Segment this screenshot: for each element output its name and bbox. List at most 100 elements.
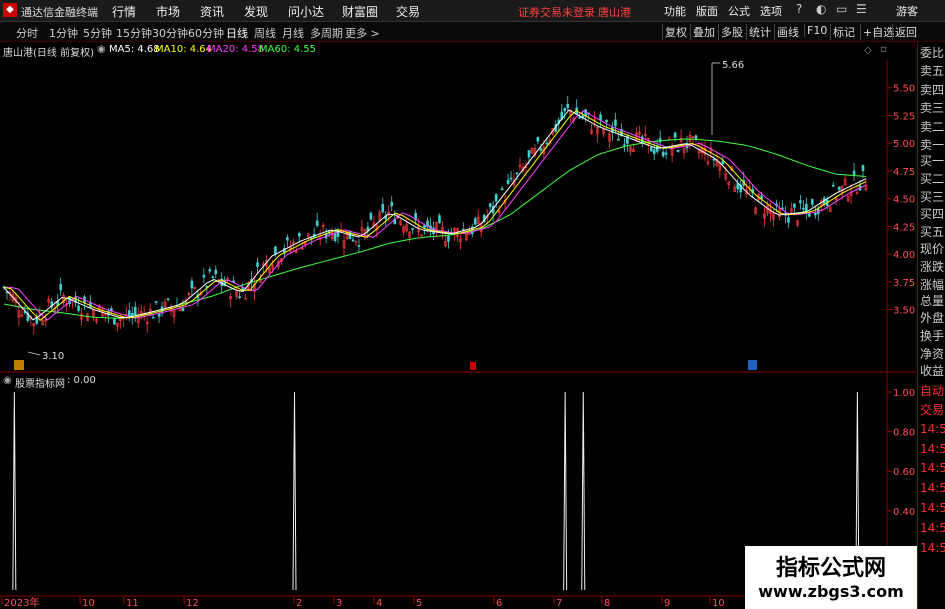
candle-body [614, 119, 617, 127]
candle-body [357, 245, 361, 247]
side-panel-item: 买五 [920, 225, 945, 239]
sub-indicator-value: : 0.00 [67, 375, 96, 386]
candle-body [813, 213, 817, 216]
side-panel-item: 买一 [920, 154, 945, 168]
sub-tick-label: 0.80 [893, 428, 915, 439]
candle-body [238, 296, 241, 298]
sub-tick-label: 1.00 [893, 388, 915, 399]
side-panel-item: 现价 [920, 242, 945, 256]
price-tick-label: 4.75 [893, 167, 915, 178]
side-panel-item: 涨跌 [920, 260, 945, 274]
candle-body [244, 297, 247, 300]
signal-spike [563, 391, 568, 591]
candle-body [438, 215, 441, 224]
side-panel-item: 买二 [920, 172, 945, 186]
ma10-line [3, 110, 867, 321]
candle-body [808, 213, 811, 217]
candle-body [110, 308, 113, 311]
candle-body [852, 170, 856, 176]
side-panel-item: 收益 [920, 364, 945, 378]
date-tick-label: 8 [604, 598, 610, 609]
candle-body [712, 158, 716, 161]
candle-body [297, 232, 301, 237]
candle-body [494, 194, 498, 202]
candle-body [605, 119, 608, 123]
candle-body [274, 246, 277, 255]
side-panel-item: 14:50 [920, 442, 945, 456]
side-panel-item: 自动 [920, 384, 945, 398]
date-tick-label: 2023年 [4, 596, 39, 609]
candle-body [673, 132, 677, 138]
candle-body [563, 107, 567, 112]
side-panel-item: 外盘 [920, 311, 945, 325]
candle-body [649, 147, 653, 152]
candle-body [154, 301, 158, 303]
signal-spike [292, 391, 297, 591]
candle-body [652, 149, 656, 155]
candle-body [488, 203, 492, 207]
side-panel-item: 总量 [920, 294, 945, 308]
sub-tick-label: 0.40 [893, 507, 915, 518]
candle-body [151, 316, 155, 319]
candle-body [787, 217, 790, 223]
watermark-logo: 指标公式网 www.zbgs3.com [745, 546, 917, 609]
candle-body [793, 203, 796, 208]
date-tick-label: 6 [496, 598, 502, 609]
date-tick-label: 4 [376, 598, 382, 609]
candle-body [190, 280, 194, 289]
candle-body [664, 152, 668, 155]
side-panel-item: 卖一 [920, 138, 945, 152]
candle-body [802, 207, 805, 210]
candle-body [799, 200, 802, 204]
candle-body [351, 239, 355, 242]
chart-svg[interactable]: 5.50 5.25 5.00 4.75 4.50 4.25 4.00 3.75 3.50 1.0… [0, 0, 945, 609]
candle-body [411, 228, 414, 230]
candle-body [381, 204, 385, 213]
candle-body [545, 142, 549, 145]
candle-body [336, 229, 340, 238]
side-panel-item: 卖二 [920, 120, 945, 134]
side-panel-item: 委比 [920, 46, 945, 60]
event-marker-icon [748, 360, 757, 370]
date-tick-label: 11 [126, 598, 139, 609]
date-tick-label: 3 [336, 598, 342, 609]
candle-body [369, 212, 373, 220]
side-panel-item: 14:50 [920, 501, 945, 515]
candle-body [617, 138, 620, 141]
sub-settings-icon[interactable]: ◉ [3, 375, 12, 386]
side-panel-item: 卖四 [920, 83, 945, 97]
date-tick-label: 5 [416, 598, 422, 609]
candle-body [256, 262, 259, 267]
date-tick-label: 9 [664, 598, 670, 609]
candle-body [77, 305, 80, 311]
candle-body [315, 220, 319, 226]
date-tick-label: 12 [186, 598, 199, 609]
candle-body [500, 188, 504, 191]
candle-body [214, 269, 218, 275]
sub-indicator-name: 股票指标网 [15, 379, 65, 390]
side-panel-item: 14:50 [920, 541, 945, 555]
side-panel-item: 涨幅 [920, 278, 945, 292]
candle-body [527, 150, 531, 158]
candle-body [536, 136, 540, 142]
side-panel-item: 买三 [920, 190, 945, 204]
candle-body [837, 186, 841, 190]
side-panel-item: 卖五 [920, 64, 945, 78]
side-panel-item: 买四 [920, 207, 945, 221]
signal-spike [581, 391, 586, 591]
side-panel-item: 卖三 [920, 101, 945, 115]
side-panel-item: 14:50 [920, 461, 945, 475]
candle-body [736, 183, 740, 190]
candle-body [202, 275, 206, 278]
side-panel-item: 14:50 [920, 422, 945, 436]
candle-body [509, 177, 513, 180]
candle-body [473, 218, 477, 225]
candle-body [59, 284, 62, 291]
ma60-line [3, 138, 867, 319]
sub-tick-label: 0.60 [893, 467, 915, 478]
candle-body [676, 150, 680, 153]
price-tick-label: 3.50 [893, 306, 915, 317]
candle-body [333, 232, 337, 241]
price-tick-label: 4.00 [893, 250, 915, 261]
high-price-label: 5.66 [722, 60, 744, 71]
